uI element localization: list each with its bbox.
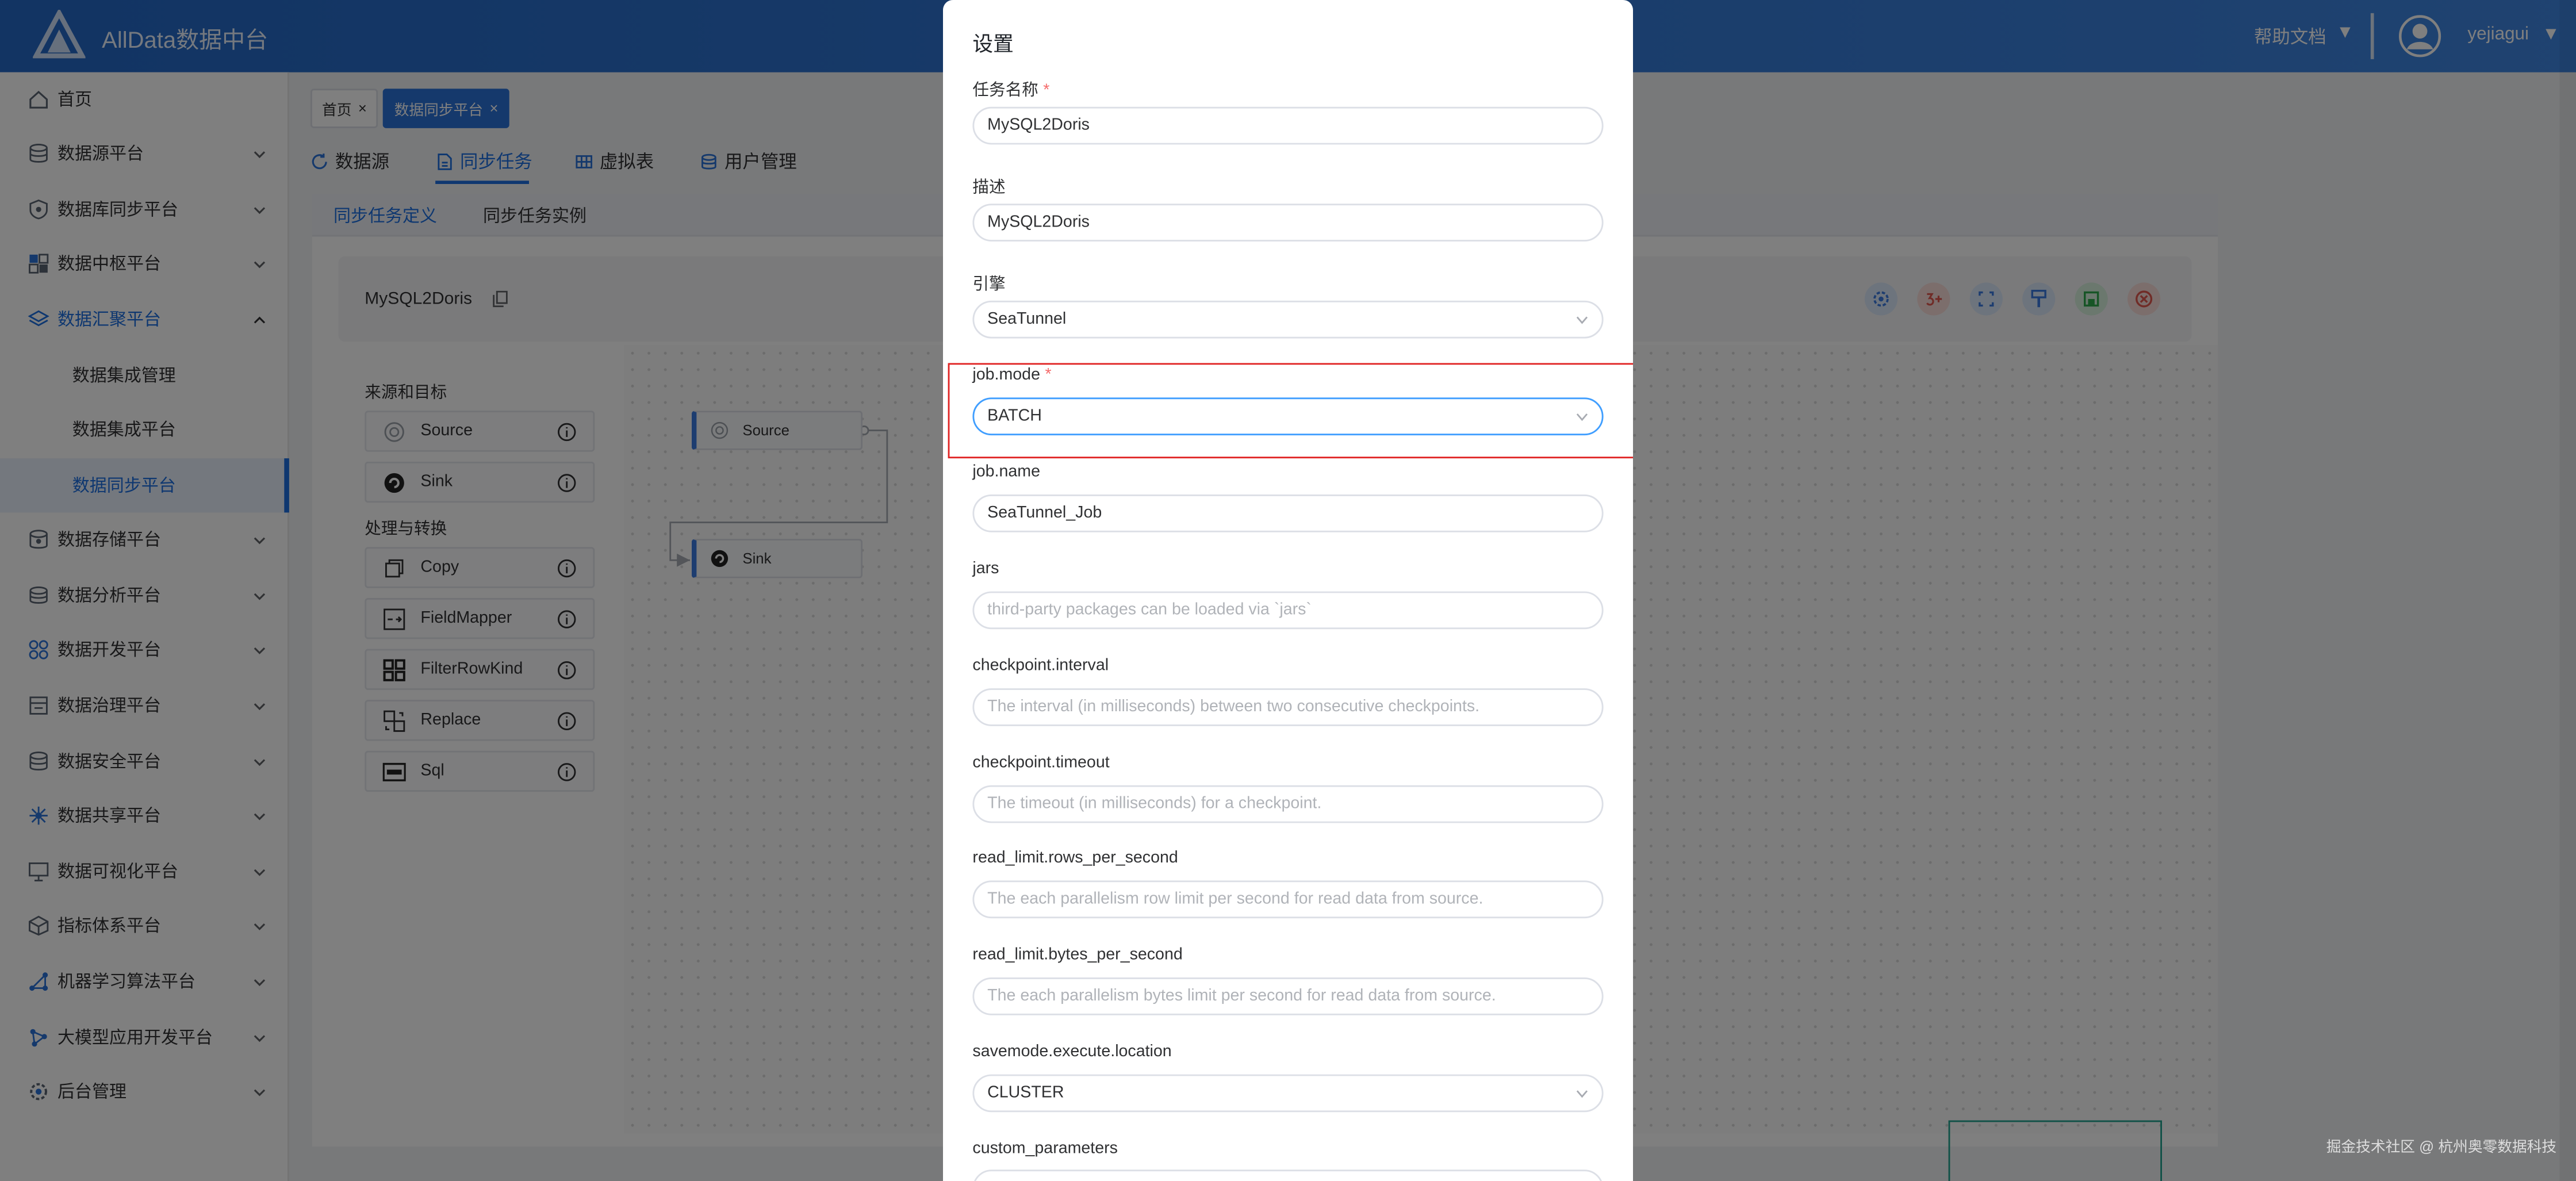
rows-per-second-input[interactable]: The each parallelism row limit per secon… bbox=[972, 880, 1604, 919]
chevron-down-icon bbox=[1576, 1090, 1588, 1098]
required-mark: * bbox=[1043, 82, 1050, 101]
savemode-selected-value: CLUSTER bbox=[987, 1084, 1064, 1103]
task-name-label: 任务名称 * bbox=[972, 82, 1050, 101]
job-name-input[interactable]: SeaTunnel_Job bbox=[972, 494, 1604, 532]
engine-label: 引擎 bbox=[972, 276, 1006, 294]
engine-select[interactable]: SeaTunnel bbox=[972, 300, 1604, 339]
jars-label: jars bbox=[972, 560, 999, 578]
dialog-title: 设置 bbox=[972, 33, 1014, 56]
task-name-input[interactable]: MySQL2Doris bbox=[972, 106, 1604, 145]
checkpoint-timeout-label: checkpoint.timeout bbox=[972, 754, 1110, 772]
settings-dialog: 设置 任务名称 * MySQL2Doris 描述 MySQL2Doris 引擎 S… bbox=[943, 0, 1633, 1181]
description-input[interactable]: MySQL2Doris bbox=[972, 204, 1604, 241]
checkpoint-timeout-input[interactable]: The timeout (in milliseconds) for a chec… bbox=[972, 785, 1604, 823]
custom-parameters-input[interactable] bbox=[972, 1170, 1604, 1181]
chevron-down-icon bbox=[1576, 316, 1588, 324]
annotation-highlight-box bbox=[948, 363, 1633, 459]
custom-parameters-label: custom_parameters bbox=[972, 1140, 1118, 1159]
savemode-location-select[interactable]: CLUSTER bbox=[972, 1074, 1604, 1113]
job-name-label: job.name bbox=[972, 463, 1040, 482]
page-scrollbar[interactable] bbox=[2559, 0, 2576, 1181]
watermark: 掘金技术社区 @ 杭州奥零数据科技 bbox=[2326, 1138, 2557, 1155]
checkpoint-interval-label: checkpoint.interval bbox=[972, 657, 1109, 676]
bytes-per-second-label: read_limit.bytes_per_second bbox=[972, 946, 1183, 965]
checkpoint-interval-input[interactable]: The interval (in milliseconds) between t… bbox=[972, 688, 1604, 726]
jars-input[interactable]: third-party packages can be loaded via `… bbox=[972, 591, 1604, 630]
bytes-per-second-input[interactable]: The each parallelism bytes limit per sec… bbox=[972, 977, 1604, 1015]
rows-per-second-label: read_limit.rows_per_second bbox=[972, 849, 1178, 868]
description-label: 描述 bbox=[972, 179, 1006, 197]
engine-selected-value: SeaTunnel bbox=[987, 310, 1067, 329]
savemode-location-label: savemode.execute.location bbox=[972, 1043, 1172, 1061]
